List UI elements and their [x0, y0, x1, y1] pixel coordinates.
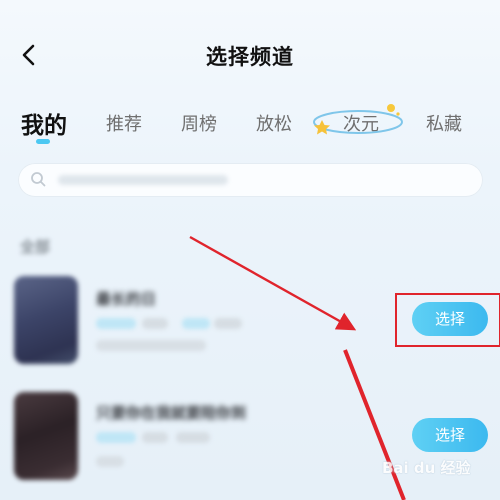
search-input[interactable]	[54, 168, 454, 192]
tab-active-indicator	[36, 139, 50, 144]
channel-description	[96, 340, 206, 351]
channel-description	[96, 456, 124, 467]
section-title: 全部	[20, 238, 51, 256]
tab-weekly[interactable]: 周榜	[181, 110, 217, 136]
tab-anime[interactable]: 次元	[343, 110, 379, 136]
channel-cover-image	[14, 276, 78, 364]
channel-meta	[176, 432, 210, 443]
channel-cover-image	[14, 392, 78, 480]
search-bar[interactable]	[18, 163, 483, 197]
baidu-jingyan-watermark: Bai du 经验	[382, 453, 492, 483]
channel-meta	[142, 432, 168, 443]
tab-mine[interactable]: 我的	[21, 106, 67, 140]
channel-tag	[96, 432, 136, 443]
page-title: 选择频道	[206, 45, 294, 69]
search-icon	[31, 172, 46, 187]
channel-tabs: 我的 推荐 周榜 放松 次元 私藏	[0, 106, 500, 146]
tab-private[interactable]: 私藏	[426, 110, 462, 136]
header: 选择频道	[0, 0, 500, 100]
annotation-highlight-box	[395, 293, 500, 347]
channel-name: 最长的日	[96, 290, 157, 308]
tab-recommended[interactable]: 推荐	[106, 110, 142, 136]
channel-tag	[96, 318, 136, 329]
tab-relax[interactable]: 放松	[256, 110, 292, 136]
channel-meta	[214, 318, 242, 329]
channel-meta	[142, 318, 168, 329]
select-button[interactable]: 选择	[412, 418, 488, 452]
channel-tag	[182, 318, 210, 329]
watermark-text: Bai du 经验	[382, 459, 471, 477]
channel-name: 只要你在我就要陪你到	[96, 404, 247, 422]
